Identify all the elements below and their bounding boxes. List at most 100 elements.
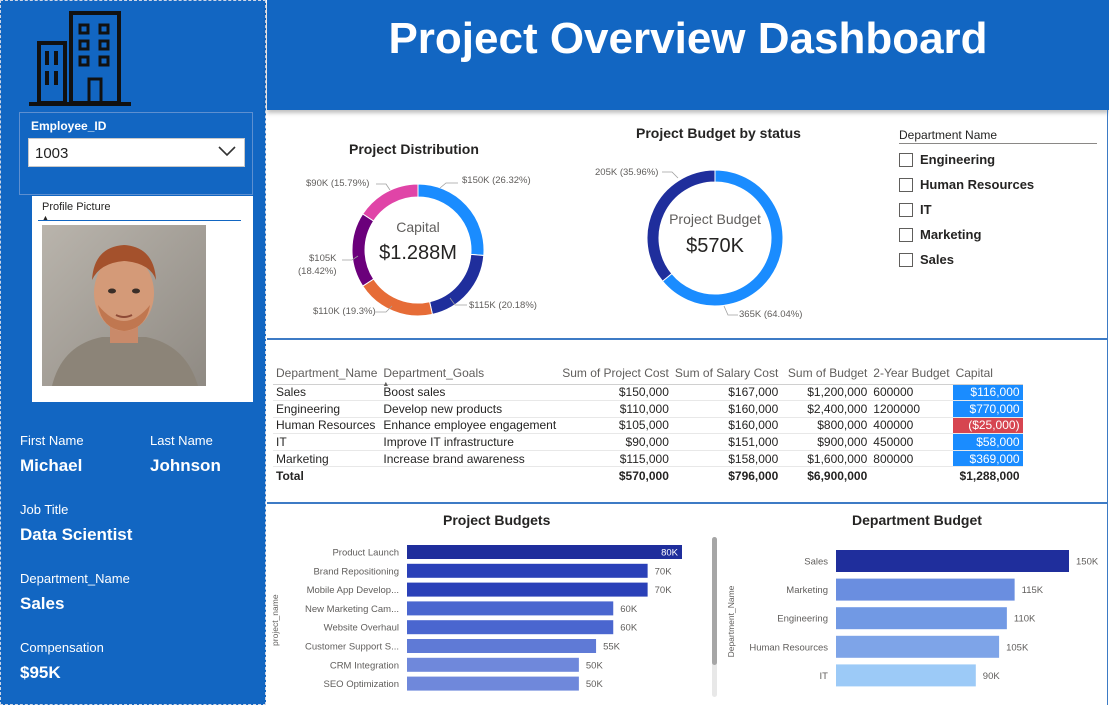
table-cell: $1,600,000 [781, 450, 871, 468]
checkbox[interactable] [899, 252, 913, 267]
table-cell: Marketing [273, 450, 381, 468]
table-total-row: Total $570,000 $796,000 $6,900,000 $1,288,00… [273, 466, 1023, 485]
category-label: Website Overhaul [324, 623, 399, 634]
table-cell: 1200000 [870, 400, 953, 418]
compensation-value: $95K [20, 663, 61, 682]
bar[interactable] [407, 620, 614, 635]
profile-picture-card: Profile Picture ▲ [32, 196, 253, 402]
leader-lines [342, 182, 467, 313]
table-row[interactable]: Engineering Develop new products $110,000 $… [273, 400, 1023, 418]
bar[interactable] [836, 578, 1015, 601]
table-total-cell [870, 466, 953, 485]
data-label: 50K [586, 679, 604, 690]
column-header[interactable]: Department_Goals ▲ [380, 362, 560, 388]
data-label: 80K [661, 548, 679, 559]
bar[interactable] [836, 550, 1069, 572]
department-value: Sales [20, 594, 65, 613]
table-cell: $160,000 [671, 417, 782, 435]
table-total-cell: $6,900,000 [781, 466, 871, 485]
table-cell: $110,000 [559, 400, 672, 418]
bar[interactable] [407, 676, 579, 691]
employee-id-value: 1003 [35, 145, 69, 162]
employee-id-slicer: Employee_ID 1003 [19, 112, 253, 195]
option-label: Engineering [920, 152, 996, 167]
bar[interactable] [836, 635, 1000, 658]
bar[interactable] [407, 582, 648, 597]
column-header[interactable]: Sum of Budget [781, 362, 871, 385]
table-cell: Improve IT infrastructure [380, 433, 560, 451]
checkbox[interactable] [899, 152, 913, 167]
table-cell: $158,000 [671, 450, 782, 468]
checkbox[interactable] [899, 202, 913, 217]
checkbox[interactable] [899, 177, 913, 192]
table-header-row: Department_Name Department_Goals ▲ Sum of… [273, 362, 1023, 388]
job-title-label: Job Title [20, 502, 69, 517]
sidebar: Employee_ID 1003 Profile Picture ▲ First… [0, 0, 266, 705]
department-table: Department_Name Department_Goals ▲ Sum of… [273, 362, 1023, 485]
chevron-down-icon[interactable] [218, 145, 236, 157]
data-label: 115K [1022, 585, 1044, 596]
category-label: Brand Repositioning [313, 566, 399, 577]
data-label: 55K [603, 642, 621, 653]
department-option-engineering[interactable]: Engineering [899, 147, 1099, 172]
data-label: 70K [655, 566, 673, 577]
checkbox[interactable] [899, 227, 913, 242]
axis-title: Department_Name [726, 585, 736, 657]
bar[interactable] [407, 657, 579, 672]
table-row[interactable]: Human Resources Enhance employee engageme… [273, 417, 1023, 435]
category-label: Mobile App Develop... [307, 585, 399, 596]
department-option-sales[interactable]: Sales [899, 247, 1099, 272]
employee-id-dropdown[interactable]: 1003 [28, 138, 245, 167]
department-budget-chart: Department_Name Sales 150K Marketing 115K Eng… [726, 550, 1099, 687]
table-total-cell: $570,000 [559, 466, 672, 485]
department-option-human-resources[interactable]: Human Resources [899, 172, 1099, 197]
employee-id-label: Employee_ID [31, 119, 107, 133]
table-cell: $115,000 [559, 450, 672, 468]
table-total-cell: $1,288,000 [952, 466, 1023, 485]
department-option-marketing[interactable]: Marketing [899, 222, 1099, 247]
table-cell: IT [273, 433, 381, 451]
data-label: 70K [655, 585, 673, 596]
bar[interactable] [407, 601, 614, 616]
bar[interactable] [407, 545, 682, 559]
column-header[interactable]: Department_Name [273, 362, 381, 385]
data-label: 105K [1006, 642, 1029, 653]
table-row[interactable]: Marketing Increase brand awareness $115,00… [273, 450, 1023, 468]
table-cell: $105,000 [559, 417, 672, 435]
option-label: IT [920, 202, 932, 217]
page-title: Project Overview Dashboard [388, 14, 988, 63]
table-cell: $2,400,000 [781, 400, 871, 418]
project-budgets-chart: project_name Product Launch 80K Brand Repos… [270, 545, 682, 691]
building-icon [29, 11, 131, 106]
category-label: Marketing [786, 585, 828, 596]
table-cell: Sales [273, 384, 381, 402]
column-header[interactable]: Capital [952, 362, 1023, 385]
bar[interactable] [836, 607, 1007, 630]
header-bar: Project Overview Dashboard [267, 0, 1109, 110]
table-cell: Human Resources [273, 417, 381, 435]
column-header[interactable]: 2-Year Budget [870, 362, 953, 385]
last-name-value: Johnson [150, 456, 221, 475]
table-cell: ($25,000) [952, 417, 1023, 435]
scrollbar[interactable] [712, 537, 717, 697]
column-header[interactable]: Sum of Project Cost [559, 362, 672, 385]
category-label: Engineering [777, 614, 828, 625]
table-cell: $900,000 [781, 433, 871, 451]
sort-arrow-icon: ▲ [382, 380, 390, 388]
data-label: 60K [620, 604, 638, 615]
bar[interactable] [407, 639, 597, 653]
data-label: 110K [1014, 614, 1036, 625]
department-option-it[interactable]: IT [899, 197, 1099, 222]
category-label: New Marketing Cam... [305, 604, 399, 615]
table-row[interactable]: IT Improve IT infrastructure $90,000 $151,0… [273, 433, 1023, 451]
table-cell: $369,000 [952, 450, 1023, 468]
divider [38, 220, 241, 221]
bar[interactable] [407, 563, 648, 578]
option-label: Sales [920, 252, 954, 267]
bar[interactable] [836, 664, 976, 687]
scrollbar-thumb[interactable] [712, 537, 717, 665]
table-cell: $1,200,000 [781, 384, 871, 402]
column-header[interactable]: Sum of Salary Cost [671, 362, 782, 385]
table-total-cell: $796,000 [671, 466, 782, 485]
data-label: 150K [1076, 557, 1099, 568]
